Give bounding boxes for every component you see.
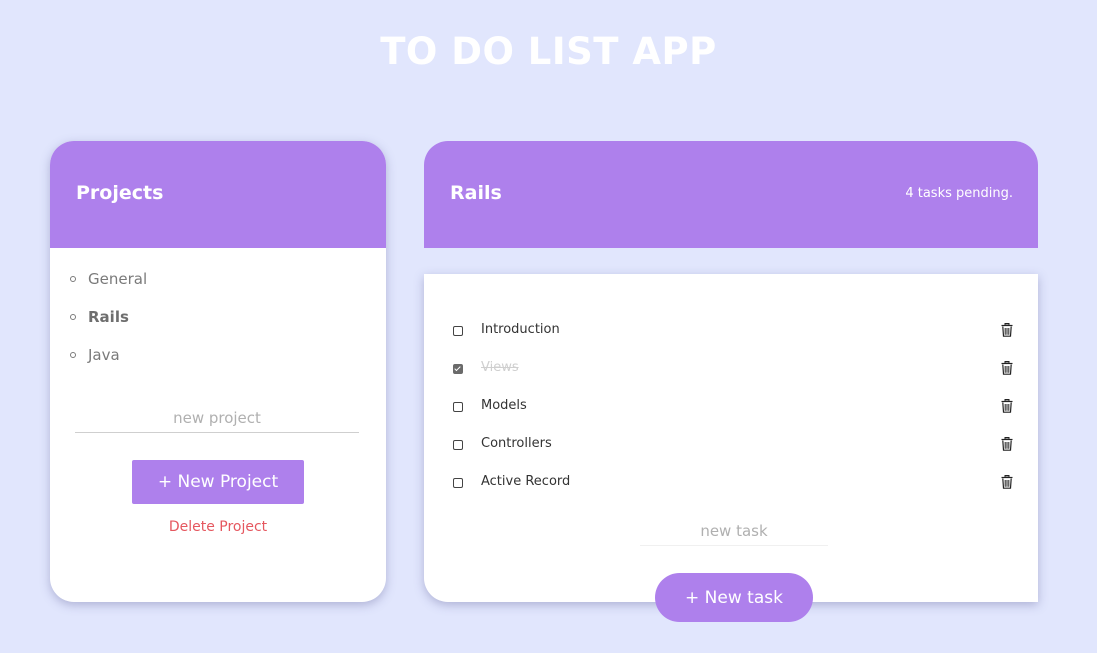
task-checkbox[interactable] bbox=[453, 478, 463, 488]
task-label: Views bbox=[481, 360, 519, 375]
new-task-input[interactable] bbox=[640, 517, 828, 546]
circle-bullet-icon bbox=[70, 276, 76, 282]
projects-panel: Projects General Rails Java + New Projec… bbox=[50, 141, 386, 602]
trash-icon[interactable] bbox=[1001, 399, 1013, 413]
pending-count: 4 tasks pending. bbox=[905, 186, 1013, 201]
task-label: Active Record bbox=[481, 474, 571, 489]
new-project-input[interactable] bbox=[75, 404, 359, 433]
current-project-title: Rails bbox=[450, 182, 502, 204]
tasks-header: Rails 4 tasks pending. bbox=[424, 141, 1038, 248]
trash-icon[interactable] bbox=[1001, 475, 1013, 489]
project-label: General bbox=[88, 270, 148, 288]
trash-icon[interactable] bbox=[1001, 323, 1013, 337]
task-row: Active Record bbox=[424, 473, 1038, 493]
project-list: General Rails Java bbox=[70, 268, 147, 382]
task-label: Controllers bbox=[481, 436, 552, 451]
new-project-button[interactable]: + New Project bbox=[132, 460, 304, 504]
task-checkbox[interactable] bbox=[453, 326, 463, 336]
project-label: Java bbox=[88, 346, 120, 364]
task-row: Controllers bbox=[424, 435, 1038, 455]
task-label: Models bbox=[481, 398, 527, 413]
task-row: Views bbox=[424, 359, 1038, 379]
delete-project-link[interactable]: Delete Project bbox=[50, 519, 386, 535]
trash-icon[interactable] bbox=[1001, 437, 1013, 451]
project-label: Rails bbox=[88, 308, 129, 326]
tasks-panel: Introduction Views Models Controllers Ac… bbox=[424, 274, 1038, 602]
task-row: Models bbox=[424, 397, 1038, 417]
app-title: TO DO LIST APP bbox=[380, 30, 717, 73]
new-task-button[interactable]: + New task bbox=[655, 573, 813, 622]
circle-bullet-icon bbox=[70, 352, 76, 358]
task-label: Introduction bbox=[481, 322, 560, 337]
circle-bullet-icon bbox=[70, 314, 76, 320]
task-checkbox[interactable] bbox=[453, 364, 463, 374]
project-item-rails[interactable]: Rails bbox=[70, 306, 147, 344]
project-item-java[interactable]: Java bbox=[70, 344, 147, 382]
projects-heading: Projects bbox=[76, 182, 164, 204]
trash-icon[interactable] bbox=[1001, 361, 1013, 375]
task-checkbox[interactable] bbox=[453, 402, 463, 412]
task-checkbox[interactable] bbox=[453, 440, 463, 450]
task-row: Introduction bbox=[424, 321, 1038, 341]
projects-header: Projects bbox=[50, 141, 386, 248]
project-item-general[interactable]: General bbox=[70, 268, 147, 306]
